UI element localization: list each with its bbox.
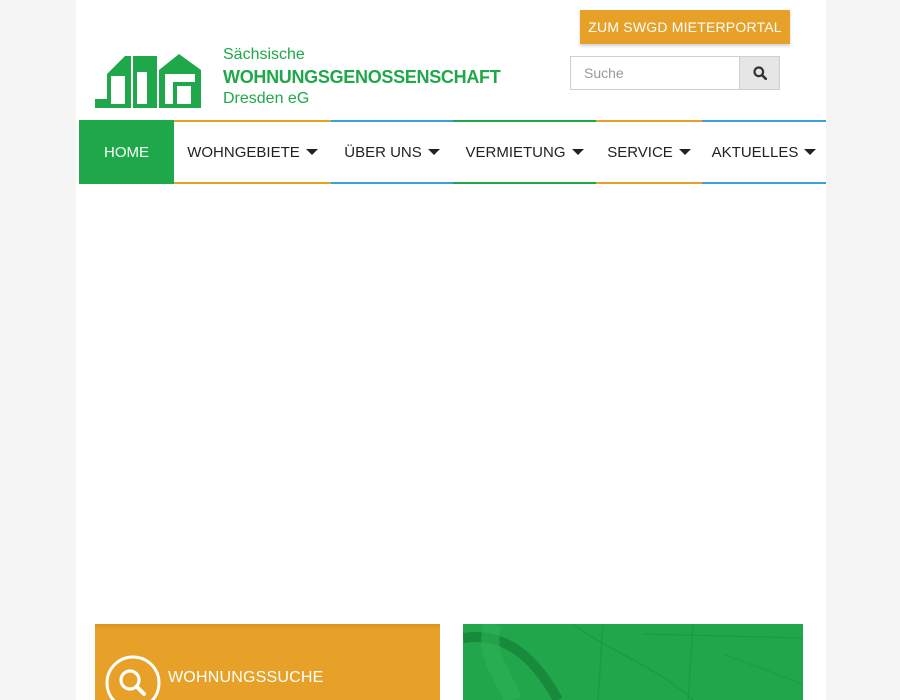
- search-input[interactable]: [570, 56, 740, 90]
- nav-item-aktuelles[interactable]: AKTUELLES: [702, 120, 826, 184]
- caret-down-icon: [427, 149, 440, 155]
- tenant-portal-button[interactable]: ZUM SWGD MIETERPORTAL: [580, 10, 790, 44]
- logo-line-3: Dresden eG: [223, 90, 310, 107]
- search-icon: [105, 655, 161, 700]
- main-navigation: HOME WOHNGEBIETE ÜBER UNS VERMIETUNG SER…: [79, 120, 826, 184]
- nav-item-wohngebiete[interactable]: WOHNGEBIETE: [174, 120, 331, 184]
- nav-item-home[interactable]: HOME: [79, 120, 174, 184]
- apartment-search-label: WOHNUNGSSUCHE: [168, 669, 324, 686]
- card-top-edge: [95, 624, 440, 629]
- caret-down-icon: [571, 149, 584, 155]
- nav-item-label: AKTUELLES: [711, 143, 799, 161]
- caret-down-icon: [678, 149, 691, 155]
- logo-line-2: WOHNUNGSGENOSSENSCHAFT: [223, 67, 501, 87]
- logo[interactable]: Sächsische WOHNUNGSGENOSSENSCHAFT Dresde…: [95, 44, 505, 114]
- map-card[interactable]: [463, 624, 803, 700]
- nav-item-service[interactable]: SERVICE: [596, 120, 702, 184]
- caret-down-icon: [305, 149, 318, 155]
- search-button[interactable]: [740, 56, 780, 90]
- nav-item-label: ÜBER UNS: [344, 143, 422, 161]
- logo-line-1: Sächsische: [223, 46, 305, 63]
- search-icon: [752, 66, 767, 80]
- nav-item-vermietung[interactable]: VERMIETUNG: [453, 120, 596, 184]
- nav-item-label: VERMIETUNG: [465, 143, 566, 161]
- map-image: [463, 624, 803, 700]
- nav-item-ueber-uns[interactable]: ÜBER UNS: [331, 120, 453, 184]
- caret-down-icon: [804, 149, 817, 155]
- houses-logo-icon: [95, 54, 201, 108]
- nav-item-label: WOHNGEBIETE: [187, 143, 300, 161]
- apartment-search-card[interactable]: WOHNUNGSSUCHE: [95, 624, 440, 700]
- logo-wordmark: Sächsische WOHNUNGSGENOSSENSCHAFT Dresde…: [223, 44, 501, 110]
- nav-item-label: HOME: [104, 143, 149, 161]
- page-container: ZUM SWGD MIETERPORTAL Sächsische WOHNUNG…: [76, 0, 826, 700]
- nav-item-label: SERVICE: [607, 143, 673, 161]
